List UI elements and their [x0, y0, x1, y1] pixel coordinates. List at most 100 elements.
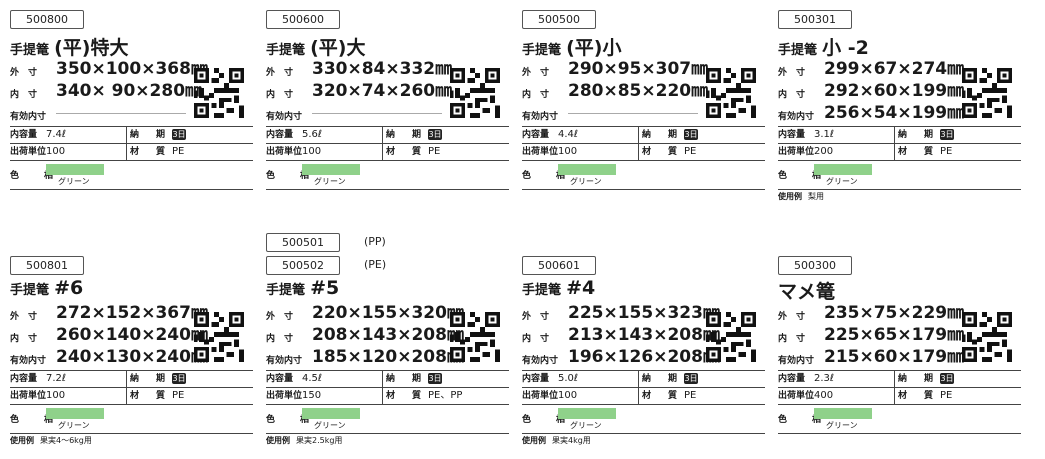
spec-table: 内容量 2.3ℓ 納 期 3日 出荷単位 400 材 質 PE 色 相グリーン — [778, 370, 1021, 434]
material-value: PE — [172, 390, 185, 401]
inner-label: 内 寸 — [522, 90, 550, 100]
effective-label: 有効内寸 — [778, 356, 815, 366]
product-code: 500600 — [266, 10, 340, 29]
effective-label: 有効内寸 — [10, 356, 47, 366]
lead-badge: 3日 — [940, 373, 954, 384]
spec-table: 内容量 5.6ℓ 納 期 3日 出荷単位 100 材 質 PE 色 相グリーン — [266, 126, 509, 190]
usage-label: 使用例 — [778, 192, 802, 201]
material-value: PE — [940, 390, 953, 401]
outer-label: 外 寸 — [778, 68, 806, 78]
product-title: 手提篭 #4 — [522, 277, 595, 299]
effective-empty-rule — [568, 113, 698, 114]
product-code-note: (PE) — [364, 258, 387, 271]
lead-label: 納 期 — [898, 130, 938, 140]
material-value: PE — [172, 146, 185, 157]
title-main: (平)小 — [566, 37, 622, 59]
outer-label: 外 寸 — [778, 312, 806, 322]
usage-value: 梨用 — [808, 192, 824, 201]
unit-value: 100 — [558, 390, 578, 401]
effective-value: 185×120×208㎜ — [312, 347, 464, 367]
product-code: 500300 — [778, 256, 852, 275]
outer-label: 外 寸 — [10, 68, 38, 78]
outer-value: 330×84×332㎜ — [312, 59, 453, 79]
capacity-value: 2.3ℓ — [814, 373, 835, 384]
color-value: グリーン — [570, 421, 602, 430]
capacity-label: 内容量 — [266, 130, 294, 140]
unit-value: 100 — [302, 146, 322, 157]
material-label: 材 質 — [898, 391, 938, 401]
effective-value: 256×54×199㎜ — [824, 103, 965, 123]
capacity-value: 4.5ℓ — [302, 373, 323, 384]
lead-label: 納 期 — [130, 130, 170, 140]
unit-label: 出荷単位 — [522, 391, 559, 401]
effective-label: 有効内寸 — [522, 356, 559, 366]
material-label: 材 質 — [130, 147, 170, 157]
color-swatch — [46, 408, 104, 419]
lead-badge: 3日 — [684, 129, 698, 140]
capacity-label: 内容量 — [778, 374, 806, 384]
effective-value: 215×60×179㎜ — [824, 347, 965, 367]
product-code: 500601 — [522, 256, 596, 275]
effective-empty-rule — [312, 113, 442, 114]
unit-label: 出荷単位 — [266, 147, 303, 157]
usage-value: 果実4～6kg用 — [40, 436, 92, 445]
material-value: PE — [940, 146, 953, 157]
product-code-top-note: (PP) — [364, 235, 386, 248]
color-value: グリーン — [314, 421, 346, 430]
outer-value: 225×155×323㎜ — [568, 303, 720, 323]
usage-label: 使用例 — [522, 436, 546, 445]
color-swatch — [558, 408, 616, 419]
title-prefix: 手提篭 — [266, 43, 306, 58]
title-prefix: 手提篭 — [522, 283, 562, 298]
title-main: (平)大 — [310, 37, 366, 59]
inner-value: 280×85×220㎜ — [568, 81, 709, 101]
color-value: グリーン — [58, 421, 90, 430]
color-swatch — [302, 408, 360, 419]
effective-value: 240×130×240㎜ — [56, 347, 208, 367]
unit-label: 出荷単位 — [778, 391, 815, 401]
lead-badge: 3日 — [684, 373, 698, 384]
product-code: 500500 — [522, 10, 596, 29]
color-swatch — [46, 164, 104, 175]
capacity-value: 5.6ℓ — [302, 129, 323, 140]
usage-label: 使用例 — [10, 436, 34, 445]
product-code-top: 500501 — [266, 233, 340, 252]
capacity-label: 内容量 — [10, 130, 38, 140]
capacity-label: 内容量 — [10, 374, 38, 384]
product-code: 500801 — [10, 256, 84, 275]
inner-value: 213×143×208㎜ — [568, 325, 720, 345]
inner-label: 内 寸 — [10, 90, 38, 100]
unit-label: 出荷単位 — [778, 147, 815, 157]
unit-label: 出荷単位 — [522, 147, 559, 157]
qr-code-icon — [706, 68, 756, 118]
lead-badge: 3日 — [428, 129, 442, 140]
lead-badge: 3日 — [940, 129, 954, 140]
product-title: 手提篭 #6 — [10, 277, 83, 299]
outer-label: 外 寸 — [266, 312, 294, 322]
usage-label: 使用例 — [266, 436, 290, 445]
inner-label: 内 寸 — [266, 90, 294, 100]
color-value: グリーン — [826, 421, 858, 430]
effective-label: 有効内寸 — [522, 112, 559, 122]
inner-value: 320×74×260㎜ — [312, 81, 453, 101]
color-swatch — [302, 164, 360, 175]
unit-value: 100 — [46, 390, 66, 401]
capacity-value: 5.0ℓ — [558, 373, 579, 384]
lead-label: 納 期 — [642, 374, 682, 384]
title-main: #5 — [310, 277, 340, 299]
unit-value: 400 — [814, 390, 834, 401]
lead-label: 納 期 — [642, 130, 682, 140]
lead-label: 納 期 — [386, 130, 426, 140]
effective-label: 有効内寸 — [266, 112, 303, 122]
outer-label: 外 寸 — [522, 312, 550, 322]
lead-label: 納 期 — [386, 374, 426, 384]
qr-code-icon — [450, 312, 500, 362]
usage-value: 果実4kg用 — [552, 436, 591, 445]
outer-value: 272×152×367㎜ — [56, 303, 208, 323]
inner-value: 208×143×208㎜ — [312, 325, 464, 345]
inner-label: 内 寸 — [778, 90, 806, 100]
material-label: 材 質 — [642, 147, 682, 157]
inner-value: 260×140×240㎜ — [56, 325, 208, 345]
inner-label: 内 寸 — [778, 334, 806, 344]
color-swatch — [814, 408, 872, 419]
